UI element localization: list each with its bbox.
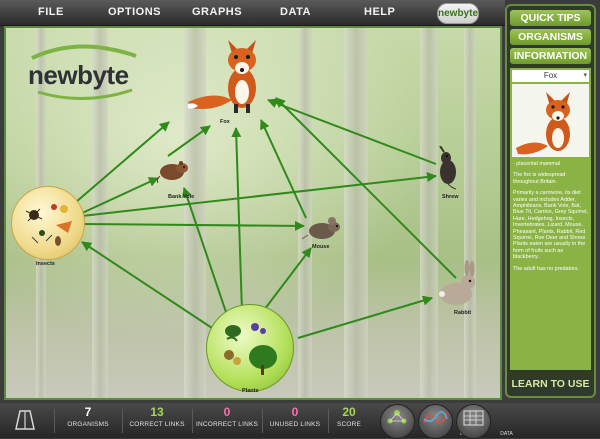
- organism-image: [512, 84, 589, 157]
- organism-plants[interactable]: [206, 304, 294, 392]
- side-panel: QUICK TIPS ORGANISMS INFORMATION Fox ▾ -…: [505, 4, 596, 398]
- data-view-button[interactable]: DATA: [456, 404, 513, 439]
- insects-label: Insects: [36, 261, 55, 267]
- stat-value: 20: [342, 405, 356, 419]
- fox-icon: [188, 40, 256, 113]
- organism-shrew[interactable]: [434, 145, 462, 190]
- organism-bank-vole[interactable]: [156, 156, 192, 184]
- web-view-button[interactable]: WEB: [380, 404, 436, 439]
- divider: [328, 409, 329, 433]
- eraser-icon: [15, 410, 35, 430]
- delete-tool-button[interactable]: [14, 409, 36, 433]
- vole-icon: [156, 161, 188, 184]
- menu-graphs[interactable]: GRAPHS: [192, 6, 242, 18]
- bank-vole-label: Bank Vole: [168, 194, 195, 200]
- shrew-icon: [439, 145, 457, 190]
- web-icon: [387, 410, 407, 424]
- stat-label: SCORE: [336, 421, 362, 428]
- info-paragraph: - placental mammal: [513, 161, 561, 167]
- plants-label: Plants: [242, 388, 259, 394]
- link-plants-fox: [231, 127, 243, 313]
- stat-incorrect-links: 0 INCORRECT LINKS: [192, 405, 262, 429]
- link-mouse-fox: [260, 119, 307, 219]
- stat-label: UNUSED LINKS: [269, 421, 321, 428]
- organism-description: - placental mammal The fox is widespread…: [513, 161, 588, 277]
- plants-icon: [224, 323, 277, 375]
- chevron-down-icon: ▾: [583, 72, 587, 79]
- mouse-icon: [297, 217, 340, 242]
- menu-help[interactable]: HELP: [364, 6, 395, 18]
- stat-score: 20 SCORE: [330, 405, 368, 429]
- organism-select[interactable]: Fox ▾: [512, 70, 589, 82]
- link-bankvole-fox: [167, 125, 211, 157]
- newbyte-logo-small[interactable]: newbyte: [437, 3, 479, 24]
- link-plants-rabbit: [297, 295, 433, 339]
- learn-to-use-button[interactable]: LEARN TO USE: [510, 376, 591, 392]
- stat-value: 13: [150, 405, 164, 419]
- shrew-label: Shrew: [442, 194, 459, 200]
- link-insects-shrew: [81, 172, 437, 217]
- menu-data[interactable]: DATA: [280, 6, 311, 18]
- stat-value: 0: [223, 405, 231, 419]
- quick-tips-button[interactable]: QUICK TIPS: [510, 10, 591, 26]
- stat-organisms: 7 ORGANISMS: [58, 405, 118, 429]
- organism-insects[interactable]: [11, 186, 85, 260]
- menu-options[interactable]: OPTIONS: [108, 6, 161, 18]
- link-shrew-fox: [267, 98, 437, 165]
- link-plants-bankvole: [182, 187, 229, 319]
- information-panel: Fox ▾ - placental mammal The fox is wide…: [510, 68, 591, 370]
- stat-label: INCORRECT LINKS: [195, 421, 259, 428]
- table-icon: [463, 410, 484, 426]
- fox-label: Fox: [220, 119, 230, 125]
- rabbit-label: Rabbit: [454, 310, 472, 316]
- mouse-label: Mouse: [312, 244, 330, 250]
- organism-fox[interactable]: [184, 30, 274, 114]
- graph-icon: [423, 411, 448, 424]
- info-paragraph: Primarily a carnivore, its diet varies a…: [513, 190, 588, 261]
- rabbit-icon: [439, 260, 475, 305]
- model-view-button[interactable]: MODEL: [418, 404, 477, 439]
- fox-icon: [516, 92, 570, 155]
- divider: [122, 409, 123, 433]
- organism-rabbit[interactable]: [434, 260, 480, 308]
- divider: [54, 409, 55, 433]
- stat-value: 0: [291, 405, 299, 419]
- organisms-button[interactable]: ORGANISMS: [510, 29, 591, 45]
- insects-icon: [25, 204, 72, 246]
- stat-value: 7: [84, 405, 92, 419]
- stat-label: CORRECT LINKS: [129, 421, 185, 428]
- info-paragraph: The fox is widespread throughout Britain…: [513, 172, 566, 185]
- stat-correct-links: 13 CORRECT LINKS: [124, 405, 190, 429]
- info-paragraph: The adult has no predators.: [513, 265, 579, 272]
- link-insects-mouse: [79, 220, 305, 231]
- organism-select-value: Fox: [543, 71, 558, 80]
- food-web-canvas[interactable]: newbyte Fox Bank Vole Shrew Insects Mous…: [4, 26, 502, 400]
- data-view-label: DATA: [500, 431, 513, 437]
- status-bar: 7 ORGANISMS 13 CORRECT LINKS 0 INCORRECT…: [0, 403, 600, 439]
- menu-file[interactable]: FILE: [38, 6, 64, 18]
- organism-mouse[interactable]: [297, 213, 346, 243]
- information-button[interactable]: INFORMATION: [510, 48, 591, 64]
- stat-unused-links: 0 UNUSED LINKS: [262, 405, 328, 429]
- link-rabbit-fox: [275, 97, 457, 279]
- link-plants-insects: [81, 241, 213, 329]
- stat-label: ORGANISMS: [67, 421, 109, 428]
- menu-bar: FILE OPTIONS GRAPHS DATA HELP newbyte: [0, 0, 505, 26]
